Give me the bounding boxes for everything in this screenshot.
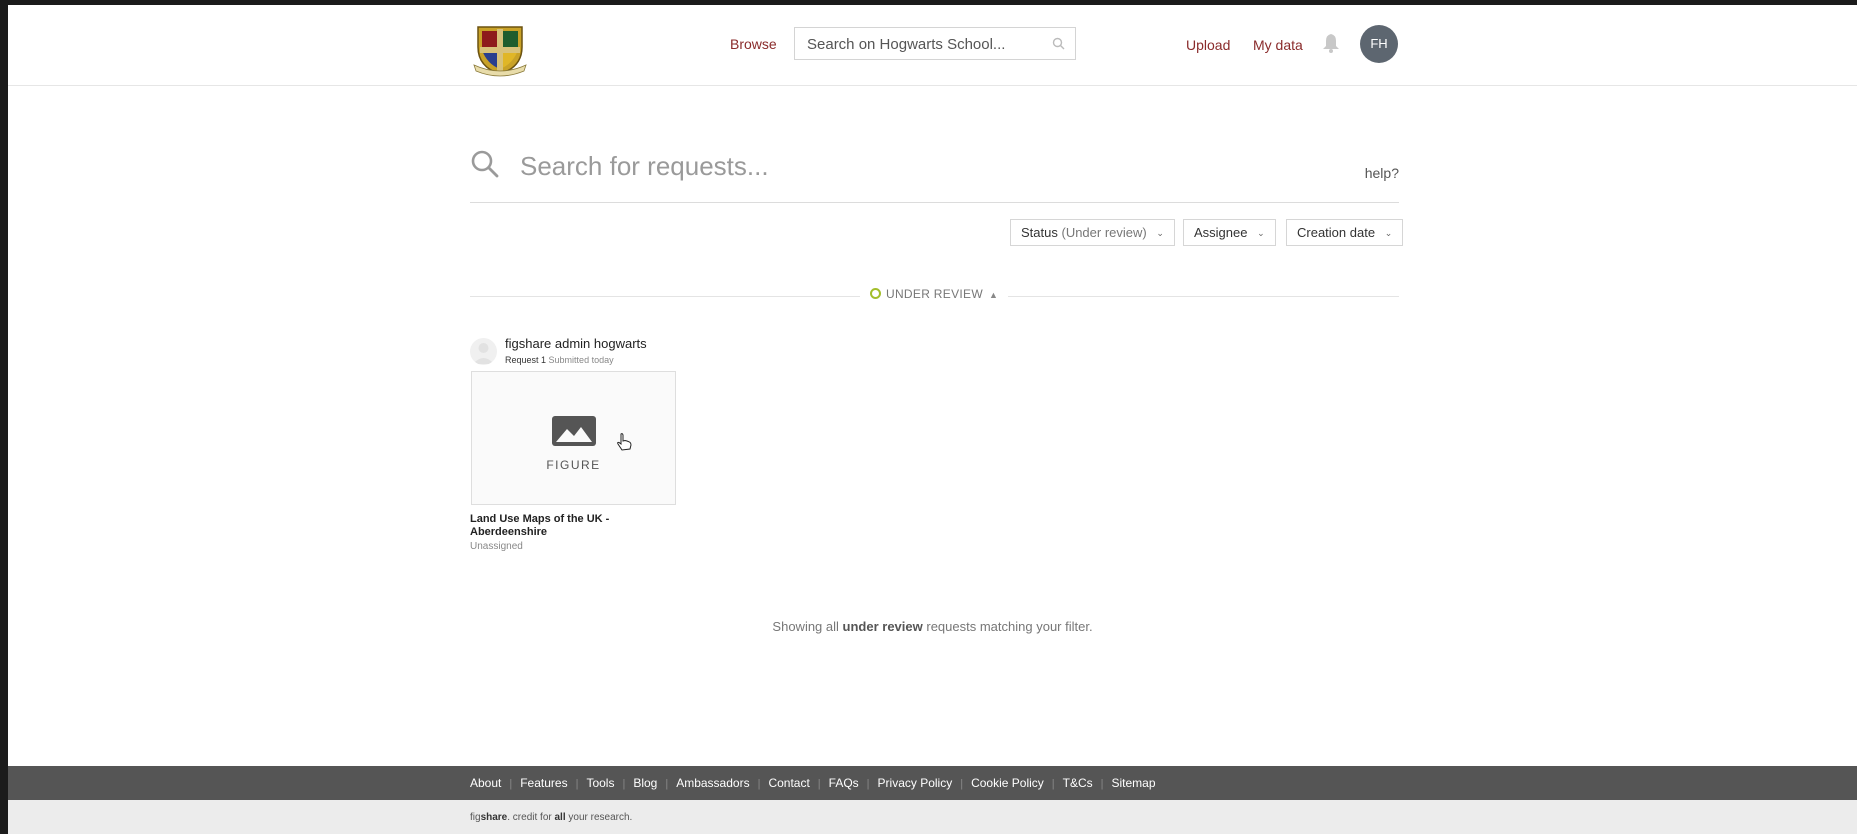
summary-emphasis: under review — [842, 619, 923, 634]
tagline-brand-bold: share — [480, 812, 508, 823]
request-assignee: Unassigned — [470, 541, 523, 552]
footer-separator: | — [575, 778, 579, 790]
requester-avatar — [470, 338, 497, 365]
creation-date-filter-dropdown[interactable]: Creation date ⌄ — [1286, 219, 1404, 246]
footer-separator: | — [866, 778, 870, 790]
footer-separator: | — [665, 778, 669, 790]
footer-link-ambassadors[interactable]: Ambassadors — [676, 776, 749, 790]
item-type-label: FIGURE — [546, 458, 601, 472]
footer-link-about[interactable]: About — [470, 776, 501, 790]
footer-link-cookie-policy[interactable]: Cookie Policy — [971, 776, 1044, 790]
browse-link[interactable]: Browse — [730, 36, 777, 52]
footer-links: About | Features | Tools | Blog | Ambassadors | Co… — [470, 776, 1156, 790]
footer-link-faqs[interactable]: FAQs — [829, 776, 859, 790]
footer-separator: | — [1051, 778, 1055, 790]
assignee-filter-dropdown[interactable]: Assignee ⌄ — [1183, 219, 1276, 246]
footer-tagline-bar: figshare. credit for all your research. — [8, 800, 1857, 834]
my-data-link[interactable]: My data — [1253, 37, 1303, 53]
tagline-bold: all — [554, 812, 566, 823]
footer-separator: | — [509, 778, 513, 790]
submitted-time: Submitted today — [548, 355, 614, 365]
assignee-filter-label: Assignee — [1194, 225, 1248, 240]
upload-link[interactable]: Upload — [1186, 37, 1230, 53]
chevron-down-icon: ⌄ — [1257, 228, 1265, 238]
hand-cursor-icon — [616, 433, 632, 456]
status-filter-value: (Under review) — [1061, 225, 1147, 240]
status-filter-dropdown[interactable]: Status (Under review) ⌄ — [1010, 219, 1175, 246]
summary-prefix: Showing all — [772, 619, 839, 634]
top-header: Browse Upload My data FH — [8, 5, 1857, 86]
footer-link-privacy-policy[interactable]: Privacy Policy — [878, 776, 953, 790]
request-search-bar: help? — [470, 135, 1399, 203]
footer-separator: | — [757, 778, 761, 790]
footer-nav: About | Features | Tools | Blog | Ambassadors | Co… — [8, 766, 1857, 800]
header-search-input[interactable] — [805, 28, 1039, 61]
footer-tagline: figshare. credit for all your research. — [470, 812, 632, 823]
page: Browse Upload My data FH — [8, 5, 1857, 834]
results-summary: Showing all under review requests matchi… — [8, 619, 1857, 634]
chevron-down-icon: ⌄ — [1156, 228, 1164, 238]
footer-link-tcs[interactable]: T&Cs — [1063, 776, 1093, 790]
tagline-middle: . credit for — [507, 812, 555, 823]
request-search-input[interactable] — [518, 145, 1222, 187]
search-icon[interactable] — [1052, 37, 1065, 55]
summary-suffix: requests matching your filter. — [926, 619, 1093, 634]
footer-link-blog[interactable]: Blog — [633, 776, 657, 790]
help-link[interactable]: help? — [1365, 165, 1399, 181]
status-circle-icon — [870, 288, 881, 299]
footer-separator: | — [1100, 778, 1104, 790]
header-search-box[interactable] — [794, 27, 1076, 61]
hogwarts-crest-logo[interactable] — [470, 17, 530, 77]
section-label: UNDER REVIEW — [886, 287, 983, 301]
footer-link-features[interactable]: Features — [520, 776, 567, 790]
footer-link-contact[interactable]: Contact — [768, 776, 809, 790]
footer-link-tools[interactable]: Tools — [586, 776, 614, 790]
under-review-section-toggle[interactable]: UNDER REVIEW ▲ — [860, 287, 1009, 301]
notifications-bell-icon[interactable] — [1322, 33, 1340, 58]
user-avatar[interactable]: FH — [1360, 25, 1398, 63]
image-placeholder-icon — [552, 416, 596, 451]
request-title[interactable]: Land Use Maps of the UK - Aberdeenshire — [470, 513, 670, 539]
request-number: Request 1 — [505, 355, 547, 365]
creation-date-filter-label: Creation date — [1297, 225, 1376, 240]
request-meta: Request 1 Submitted today — [505, 355, 614, 365]
footer-separator: | — [622, 778, 626, 790]
request-thumbnail-card[interactable]: FIGURE — [471, 371, 676, 505]
footer-separator: | — [960, 778, 964, 790]
status-filter-label: Status — [1021, 225, 1058, 240]
tagline-end: your research. — [565, 812, 633, 823]
footer-separator: | — [817, 778, 821, 790]
requester-name[interactable]: figshare admin hogwarts — [505, 336, 647, 351]
chevron-down-icon: ⌄ — [1384, 228, 1393, 238]
footer-link-sitemap[interactable]: Sitemap — [1112, 776, 1156, 790]
tagline-brand-prefix: fig — [470, 812, 481, 823]
search-icon — [470, 149, 500, 184]
collapse-triangle-icon: ▲ — [988, 290, 999, 300]
